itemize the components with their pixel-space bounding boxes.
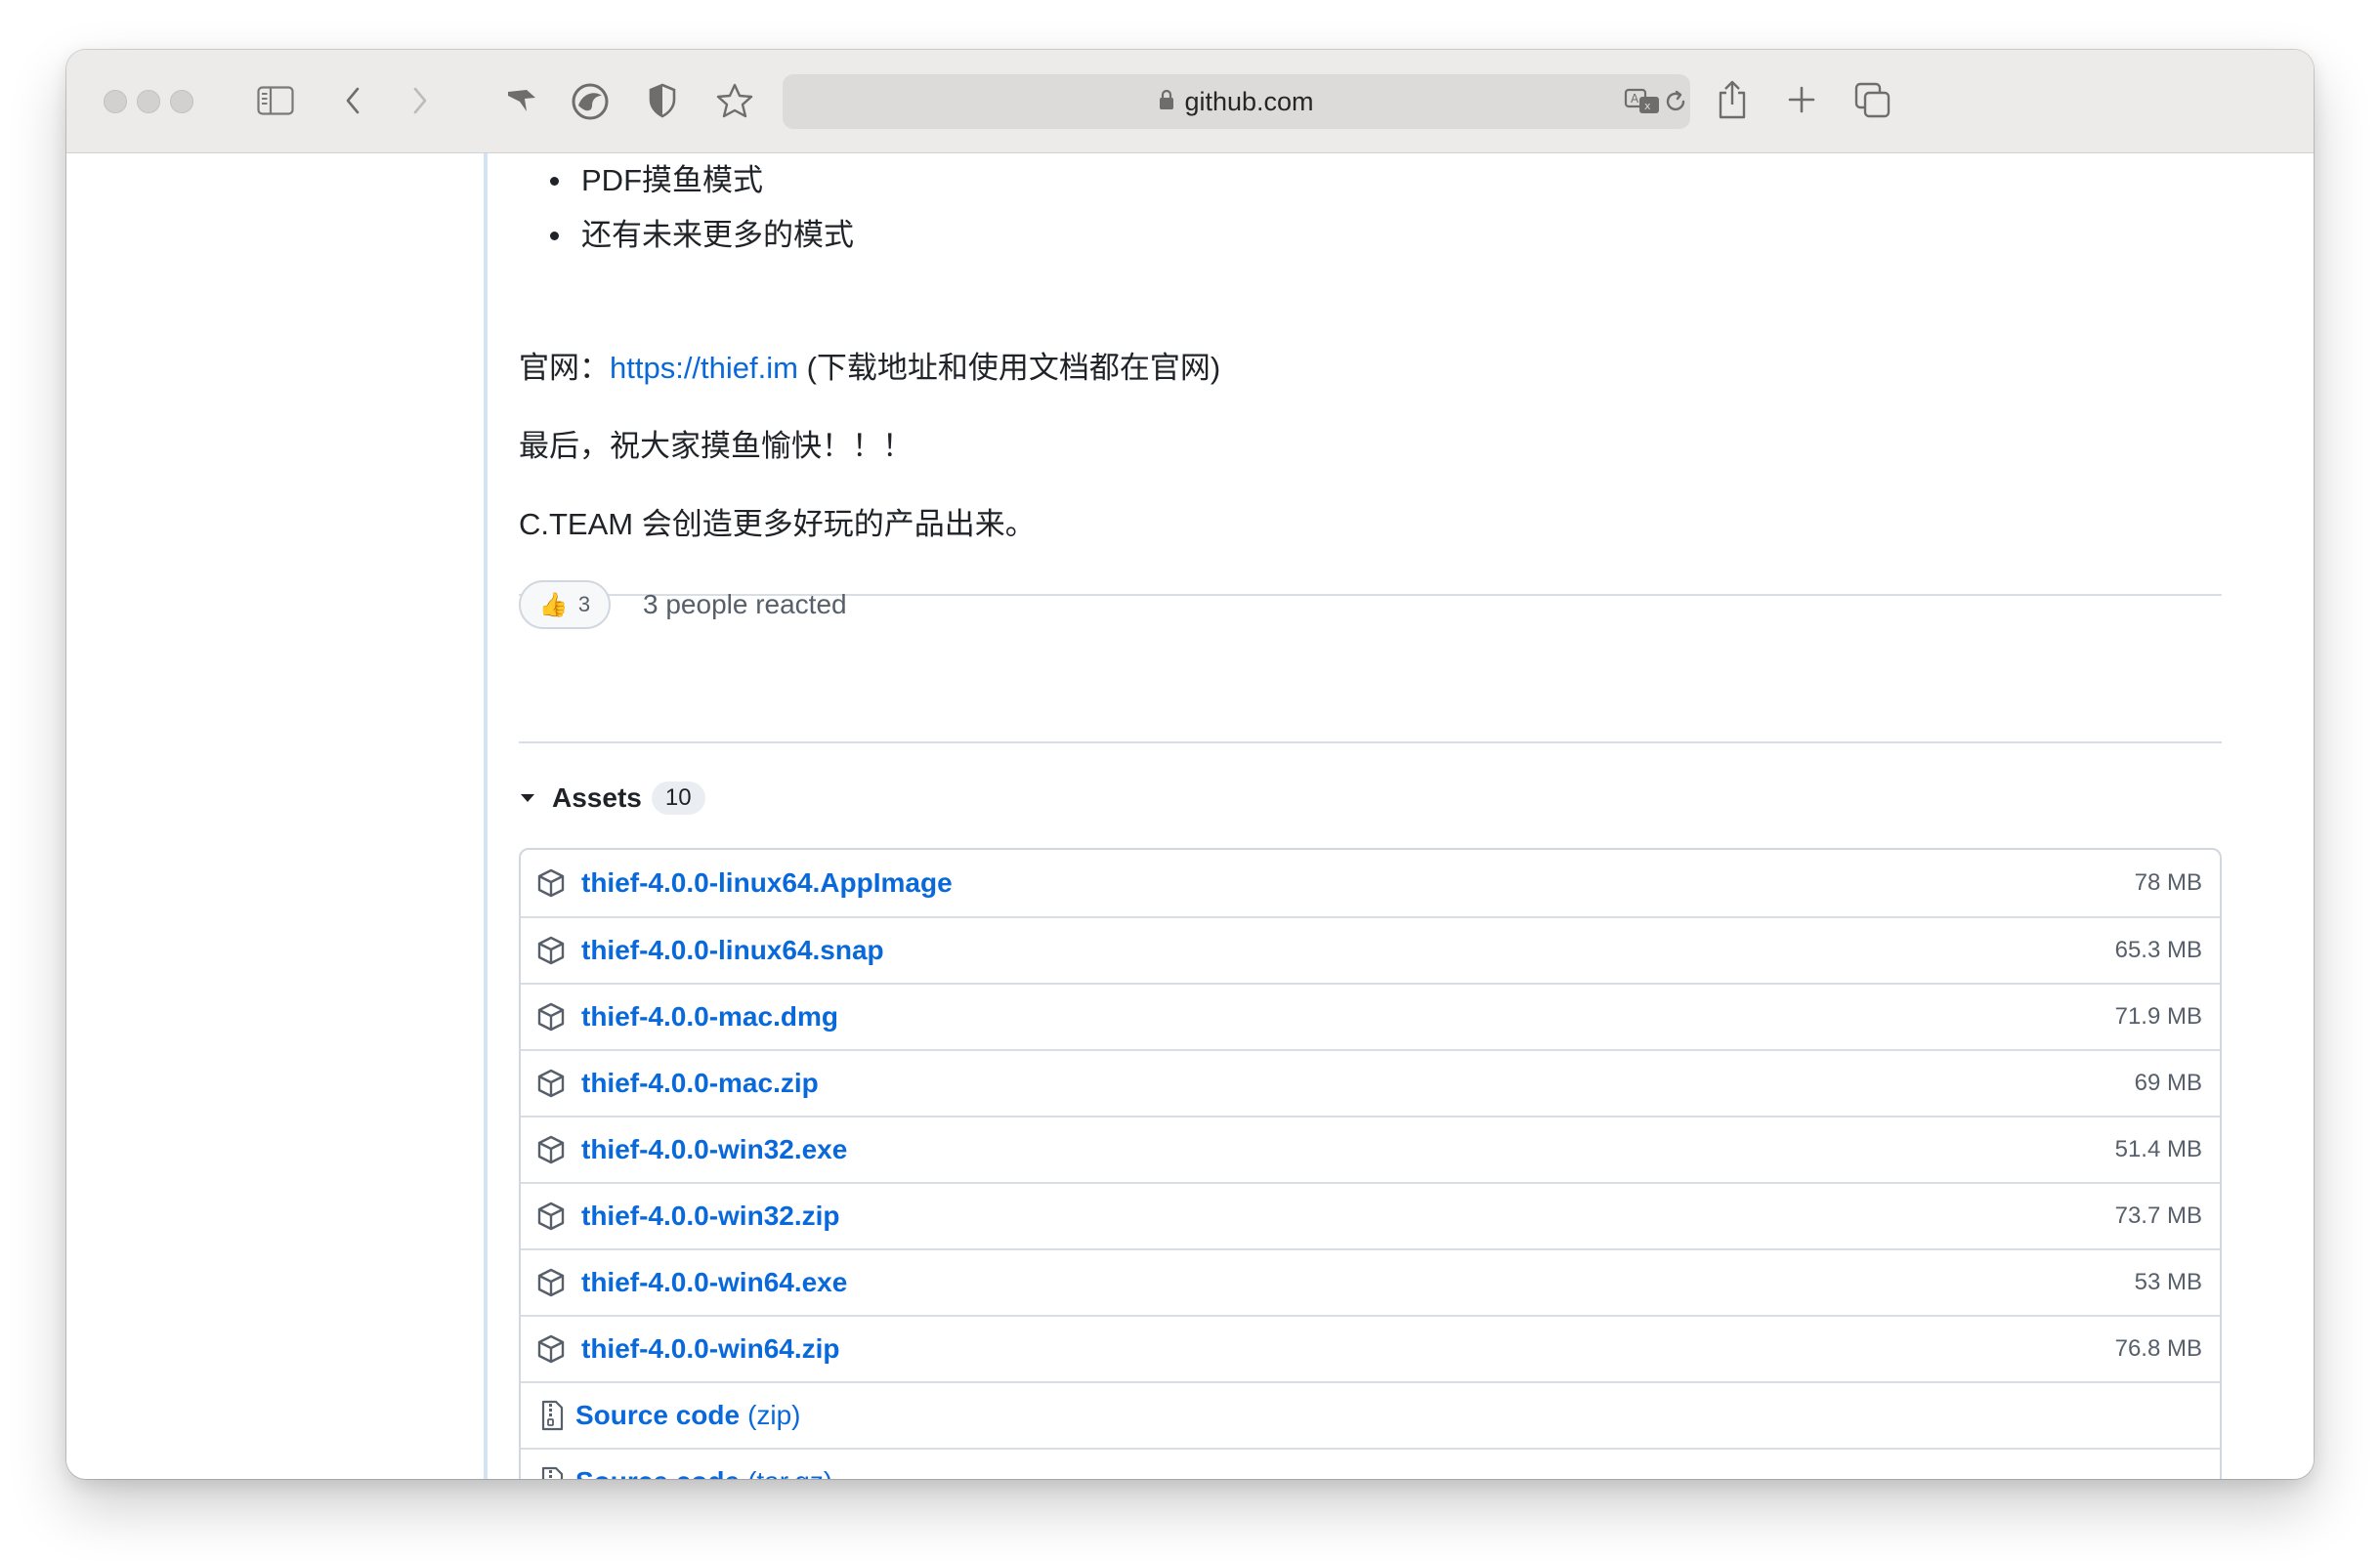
star-icon[interactable]: [714, 81, 755, 120]
asset-row: thief-4.0.0-win64.exe 53 MB: [521, 1248, 2220, 1315]
asset-link[interactable]: thief-4.0.0-win32.exe: [581, 1134, 847, 1165]
asset-size: 73.7 MB: [2114, 1202, 2202, 1229]
new-tab-icon[interactable]: [1785, 83, 1818, 116]
website-label: 官网：: [519, 351, 610, 385]
assets-list: thief-4.0.0-linux64.AppImage 78 MB thief…: [519, 848, 2222, 1479]
package-icon: [536, 1069, 566, 1098]
timeline-line: [484, 153, 488, 1479]
package-icon: [536, 1002, 566, 1032]
forward-icon[interactable]: [405, 83, 435, 118]
browser-toolbar: github.com Ax: [66, 50, 2314, 153]
list-item: PDF摸鱼模式: [550, 153, 854, 208]
asset-size: 53 MB: [2134, 1269, 2202, 1295]
browser-window: github.com Ax PDF摸鱼模式 还有未来更多的模式 官网：https…: [66, 50, 2314, 1479]
file-zip-icon: [540, 1400, 566, 1431]
asset-row: thief-4.0.0-linux64.AppImage 78 MB: [521, 850, 2220, 916]
translate-icon[interactable]: Ax: [1623, 86, 1662, 117]
team-paragraph: C.TEAM 会创造更多好玩的产品出来。: [519, 507, 1036, 541]
website-paragraph: 官网：https://thief.im (下载地址和使用文档都在官网): [519, 347, 1220, 390]
asset-size: 71.9 MB: [2114, 1003, 2202, 1030]
asset-size: 69 MB: [2134, 1070, 2202, 1096]
asset-size: 76.8 MB: [2114, 1335, 2202, 1362]
closing-paragraph: 最后，祝大家摸鱼愉快！！！: [519, 429, 913, 463]
source-row: Source code (zip): [521, 1381, 2220, 1448]
share-icon[interactable]: [1715, 77, 1750, 122]
package-icon: [536, 868, 566, 898]
caret-down-icon: [519, 792, 536, 804]
divider: [519, 741, 2222, 743]
zoom-window-button[interactable]: [170, 90, 193, 113]
asset-link[interactable]: thief-4.0.0-win64.zip: [581, 1333, 840, 1365]
reaction-summary: 3 people reacted: [643, 589, 847, 619]
package-icon: [536, 936, 566, 965]
file-zip-icon: [540, 1466, 566, 1479]
asset-link[interactable]: thief-4.0.0-linux64.AppImage: [581, 867, 953, 899]
asset-link[interactable]: thief-4.0.0-win32.zip: [581, 1201, 840, 1232]
asset-size: 51.4 MB: [2114, 1136, 2202, 1162]
lock-icon: [1159, 87, 1174, 117]
close-window-button[interactable]: [104, 90, 127, 113]
package-icon: [536, 1135, 566, 1164]
asset-link[interactable]: thief-4.0.0-mac.dmg: [581, 1001, 838, 1033]
website-link[interactable]: https://thief.im: [610, 351, 798, 385]
asset-link[interactable]: thief-4.0.0-linux64.snap: [581, 935, 884, 966]
asset-row: thief-4.0.0-win32.exe 51.4 MB: [521, 1116, 2220, 1182]
asset-row: thief-4.0.0-win32.zip 73.7 MB: [521, 1182, 2220, 1248]
package-icon: [536, 1202, 566, 1231]
browser-ext-icon[interactable]: [569, 81, 612, 122]
asset-row: thief-4.0.0-mac.dmg 71.9 MB: [521, 983, 2220, 1049]
asset-row: thief-4.0.0-linux64.snap 65.3 MB: [521, 916, 2220, 983]
tabs-overview-icon[interactable]: [1853, 81, 1892, 120]
package-icon: [536, 1334, 566, 1364]
asset-row: thief-4.0.0-mac.zip 69 MB: [521, 1049, 2220, 1116]
asset-row: thief-4.0.0-win64.zip 76.8 MB: [521, 1315, 2220, 1381]
shield-icon[interactable]: [643, 81, 682, 120]
source-format[interactable]: (tar.gz): [747, 1466, 832, 1479]
assets-title: Assets: [552, 782, 642, 813]
thumbs-up-reaction-button[interactable]: 👍 3: [519, 580, 611, 629]
asset-size: 78 MB: [2134, 869, 2202, 896]
thumbs-up-icon: 👍: [538, 591, 569, 618]
package-icon: [536, 1268, 566, 1297]
source-row: Source code (tar.gz): [521, 1448, 2220, 1479]
source-code-link[interactable]: Source code: [575, 1400, 740, 1431]
svg-text:A: A: [1631, 92, 1639, 105]
feature-list: PDF摸鱼模式 还有未来更多的模式: [550, 153, 854, 263]
source-format[interactable]: (zip): [747, 1400, 800, 1431]
website-note: (下载地址和使用文档都在官网): [797, 351, 1221, 385]
back-icon[interactable]: [338, 83, 367, 118]
extension-icon[interactable]: [502, 83, 541, 118]
minimize-window-button[interactable]: [137, 90, 160, 113]
asset-link[interactable]: thief-4.0.0-win64.exe: [581, 1267, 847, 1298]
reload-icon[interactable]: [1662, 88, 1689, 115]
svg-text:x: x: [1644, 100, 1651, 112]
assets-count-badge: 10: [651, 781, 705, 815]
asset-link[interactable]: thief-4.0.0-mac.zip: [581, 1068, 819, 1099]
list-item: 还有未来更多的模式: [550, 208, 854, 263]
asset-size: 65.3 MB: [2114, 937, 2202, 963]
sidebar-icon[interactable]: [256, 83, 295, 118]
assets-toggle[interactable]: Assets 10: [519, 777, 705, 820]
source-code-link[interactable]: Source code: [575, 1466, 740, 1479]
reaction-count: 3: [577, 592, 591, 616]
address-text: github.com: [1184, 86, 1314, 116]
page-content: PDF摸鱼模式 还有未来更多的模式 官网：https://thief.im (下…: [66, 153, 2314, 1479]
address-bar[interactable]: github.com Ax: [783, 74, 1690, 129]
